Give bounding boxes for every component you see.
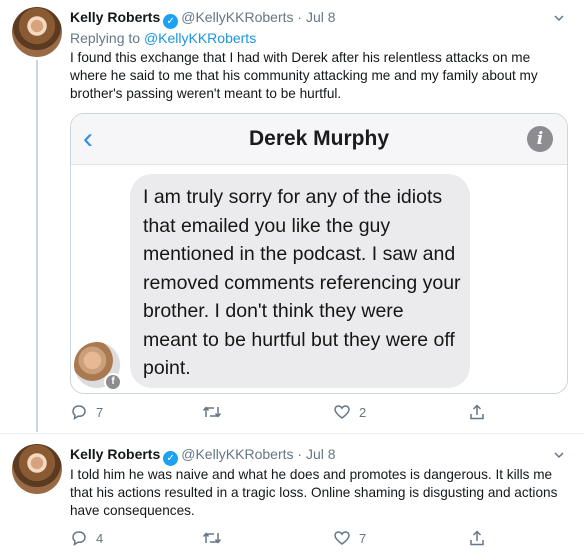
info-icon: i xyxy=(527,126,553,152)
author-handle[interactable]: @KellyKKRoberts xyxy=(181,9,293,25)
retweet-icon xyxy=(202,532,222,544)
replying-to-mention[interactable]: @KellyKKRoberts xyxy=(144,30,256,46)
heart-icon xyxy=(334,405,350,419)
message-text: I am truly sorry for any of the idiots t… xyxy=(143,186,461,379)
like-button[interactable]: 2 xyxy=(333,403,366,421)
heart-icon xyxy=(334,531,350,545)
tweet-actions: 7 2 xyxy=(70,403,570,425)
replying-to: Replying to @KellyKKRoberts xyxy=(70,30,256,46)
share-button[interactable] xyxy=(468,403,486,421)
embedded-image[interactable]: ‹ Derek Murphy i I am truly sorry for an… xyxy=(70,113,568,394)
like-count: 7 xyxy=(359,530,367,546)
message-bubble: I am truly sorry for any of the idiots t… xyxy=(130,174,470,388)
share-button[interactable] xyxy=(468,529,486,547)
tweet-date[interactable]: Jul 8 xyxy=(306,9,336,25)
tweet-text: I found this exchange that I had with De… xyxy=(70,50,538,101)
retweet-button[interactable] xyxy=(202,403,230,421)
author-name[interactable]: Kelly Roberts xyxy=(70,9,160,25)
separator-dot: · xyxy=(297,446,303,462)
avatar[interactable] xyxy=(12,444,62,494)
verified-badge-icon: ✓ xyxy=(163,14,179,29)
tweet-header: Kelly Roberts ✓ @KellyKKRoberts · Jul 8 xyxy=(70,446,336,466)
tweet-2[interactable]: Kelly Roberts ✓ @KellyKKRoberts · Jul 8 I … xyxy=(0,434,584,556)
avatar[interactable] xyxy=(12,7,62,57)
tweet-1[interactable]: Kelly Roberts ✓ @KellyKKRoberts · Jul 8 Re… xyxy=(0,0,584,432)
reply-icon xyxy=(72,405,86,421)
retweet-button[interactable] xyxy=(202,529,230,547)
reply-icon xyxy=(72,531,86,547)
contact-name: Derek Murphy xyxy=(248,127,390,150)
separator-dot: · xyxy=(297,9,303,25)
retweet-icon xyxy=(202,406,222,418)
like-count: 2 xyxy=(359,404,367,420)
reply-count: 4 xyxy=(96,530,104,546)
tweet-actions: 4 7 xyxy=(70,529,570,551)
share-icon xyxy=(470,530,484,546)
verified-badge-icon: ✓ xyxy=(163,451,179,466)
reply-button[interactable]: 7 xyxy=(70,403,103,421)
thread-connector-line xyxy=(36,60,38,432)
author-name[interactable]: Kelly Roberts xyxy=(70,446,160,462)
replying-to-label: Replying to xyxy=(70,30,141,46)
messenger-badge-icon: f xyxy=(104,373,122,391)
share-icon xyxy=(470,404,484,420)
tweet-header: Kelly Roberts ✓ @KellyKKRoberts · Jul 8 xyxy=(70,9,336,29)
reply-button[interactable]: 4 xyxy=(70,529,103,547)
like-button[interactable]: 7 xyxy=(333,529,366,547)
tweet-date[interactable]: Jul 8 xyxy=(306,446,336,462)
chevron-down-icon[interactable] xyxy=(554,450,564,460)
chevron-down-icon[interactable] xyxy=(554,13,564,23)
author-handle[interactable]: @KellyKKRoberts xyxy=(181,446,293,462)
reply-count: 7 xyxy=(96,404,104,420)
tweet-text: I told him he was naive and what he does… xyxy=(70,467,558,518)
